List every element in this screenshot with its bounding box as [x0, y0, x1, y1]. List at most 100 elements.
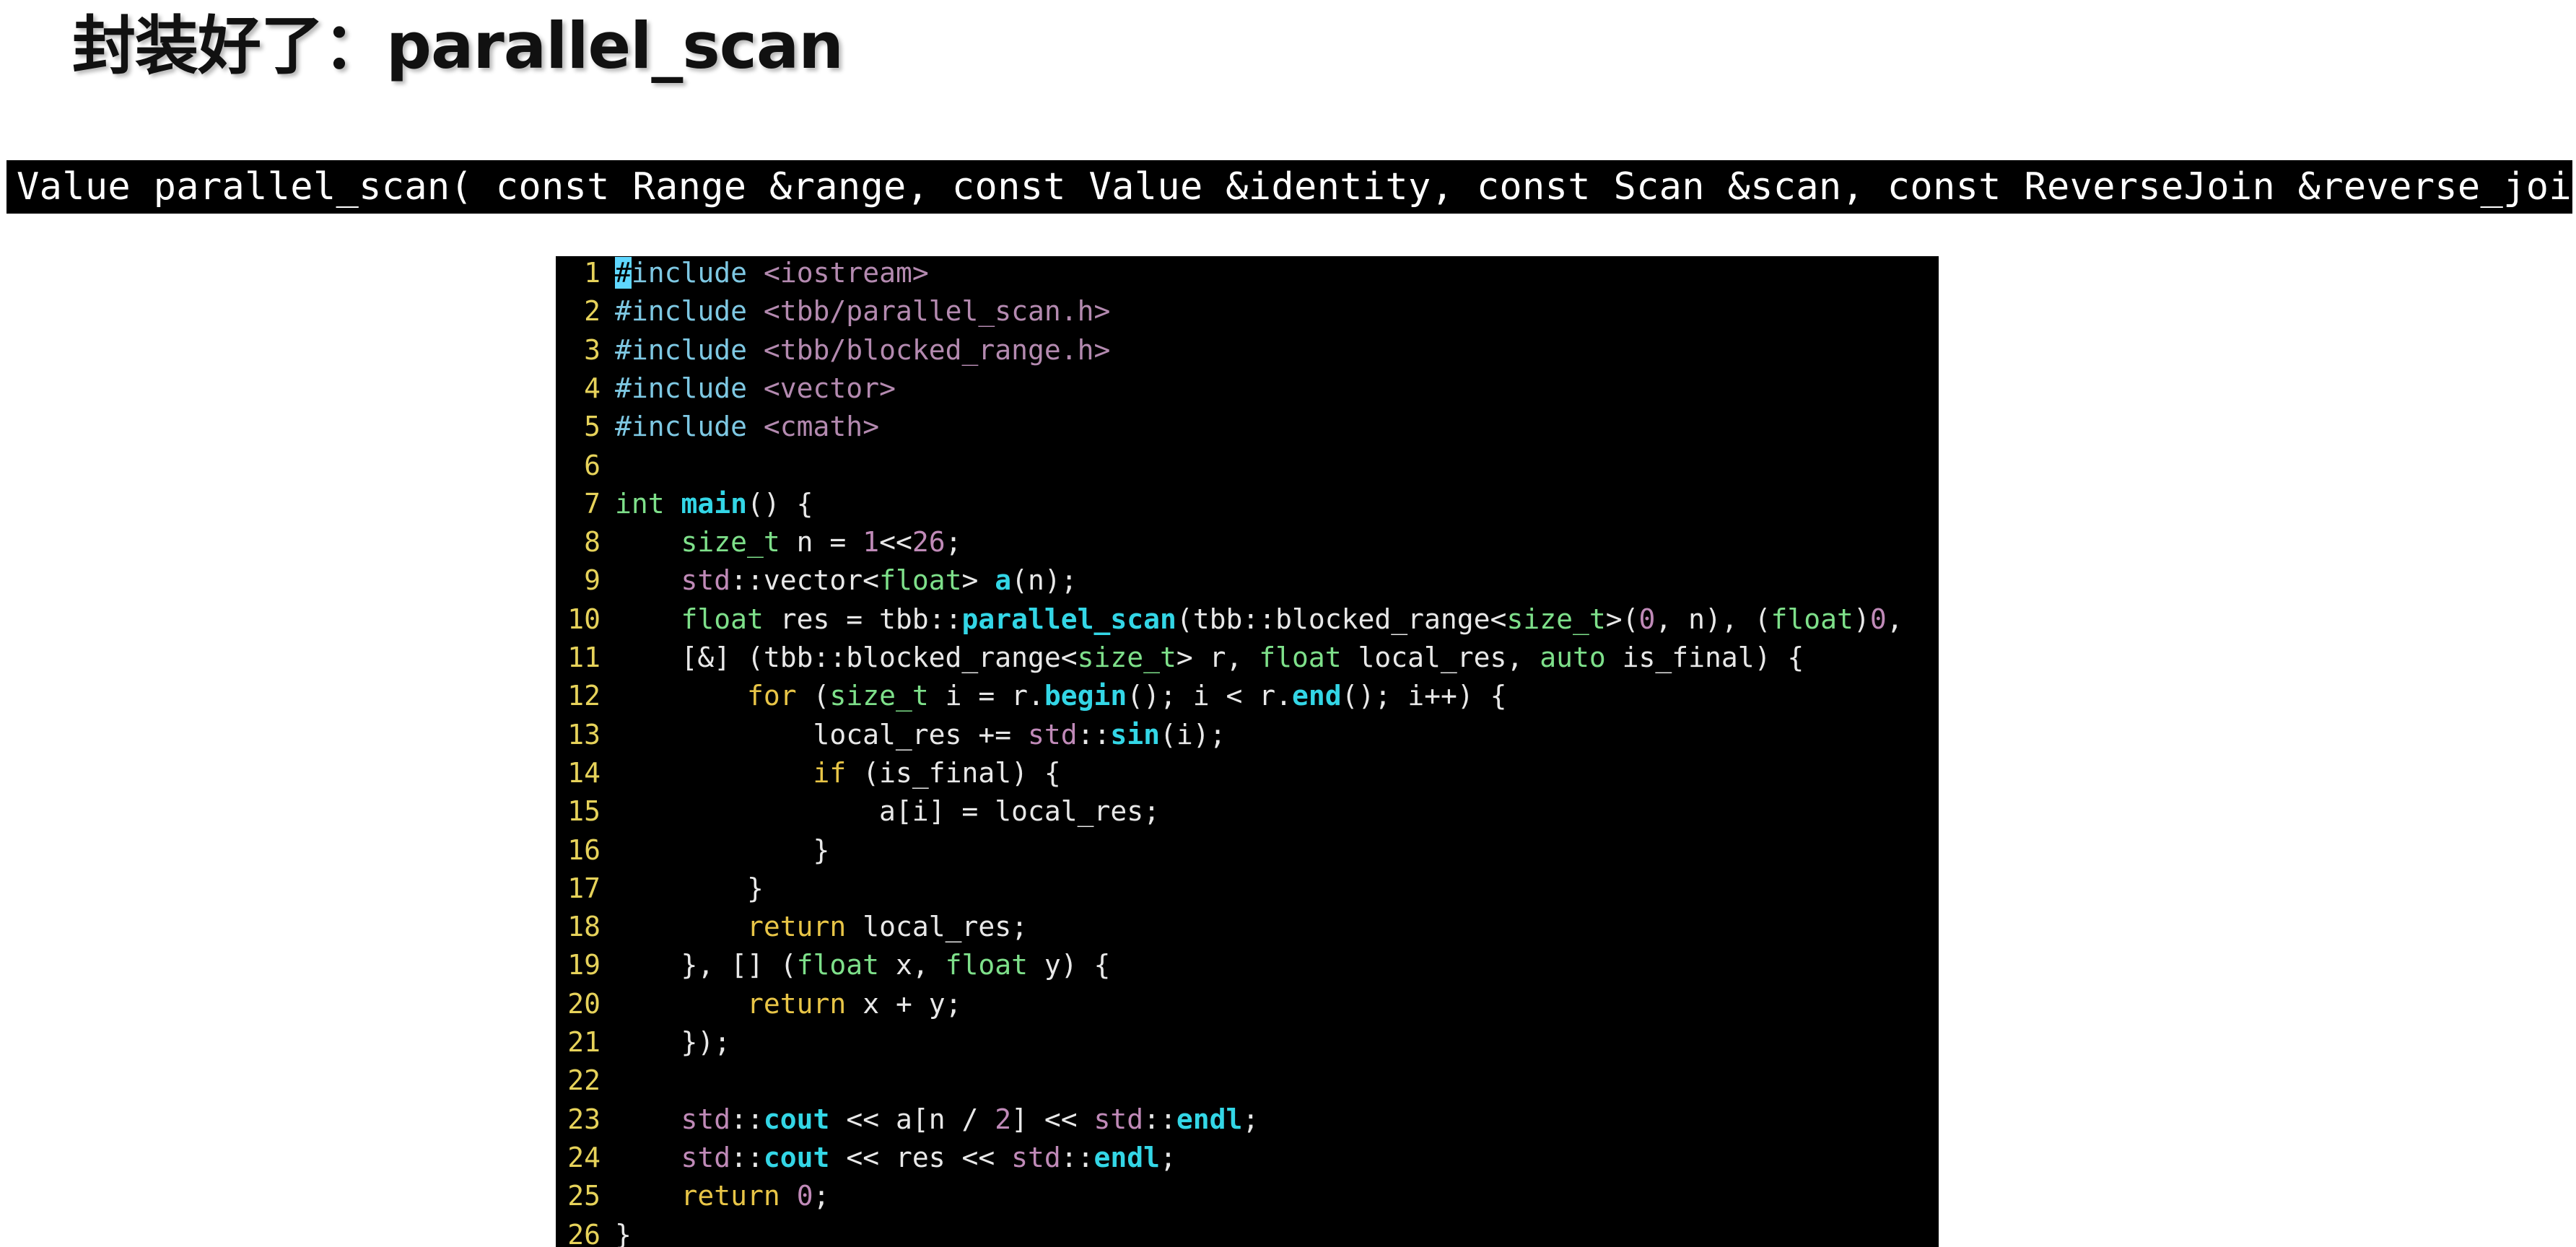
text-cursor: #: [615, 257, 632, 289]
code-token: >(: [1605, 603, 1639, 635]
code-token: n =: [780, 526, 863, 559]
code-token: ,: [1886, 603, 1903, 635]
line-number: 16: [567, 833, 601, 866]
code-token: ::: [1077, 718, 1111, 751]
line-number: 13: [567, 718, 601, 751]
code-token: #include: [615, 372, 748, 404]
code-token: size_t: [829, 680, 929, 712]
code-token: () {: [747, 487, 813, 520]
code-line: 15 a[i] = local_res;: [556, 792, 1939, 831]
code-token: }: [615, 872, 764, 904]
code-token: x,: [879, 949, 946, 981]
code-token: << a[n /: [829, 1103, 995, 1135]
code-token: a: [995, 564, 1012, 597]
code-text: [&] (tbb::blocked_range<size_t> r, float…: [615, 639, 1804, 677]
code-token: <iostream>: [763, 257, 929, 289]
line-number: 22: [567, 1064, 601, 1097]
code-token: for: [747, 680, 797, 712]
code-token: x + y;: [846, 987, 962, 1020]
line-number: 8: [584, 526, 601, 559]
code-text: return 0;: [615, 1177, 830, 1215]
code-token: <<: [879, 526, 912, 559]
code-token: std: [1093, 1103, 1144, 1135]
slide-title: 封装好了：parallel_scan: [72, 9, 844, 83]
code-token: ::: [1143, 1103, 1176, 1135]
code-token: ] <<: [1011, 1103, 1094, 1135]
code-token: float: [681, 603, 764, 635]
code-token: int: [615, 487, 665, 520]
code-line: 9 std::vector<float> a(n);: [556, 561, 1939, 600]
code-line: 6: [556, 447, 1939, 485]
code-token: return: [747, 987, 847, 1020]
code-token: float: [879, 564, 962, 597]
code-token: ): [1853, 603, 1870, 635]
code-line: 16 }: [556, 831, 1939, 870]
code-text: #include <tbb/blocked_range.h>: [615, 331, 1110, 369]
line-number: 26: [567, 1218, 601, 1247]
line-number: 23: [567, 1103, 601, 1135]
code-token: local_res,: [1341, 642, 1540, 673]
code-token: <cmath>: [763, 411, 880, 443]
code-text: if (is_final) {: [615, 754, 1061, 792]
code-line: 5 #include <cmath>: [556, 408, 1939, 446]
code-text: size_t n = 1<<26;: [615, 523, 962, 561]
code-token: size_t: [1077, 642, 1176, 673]
code-token: (n);: [1011, 564, 1078, 597]
code-line: 2 #include <tbb/parallel_scan.h>: [556, 292, 1939, 331]
code-token: endl: [1093, 1141, 1161, 1173]
code-text: return x + y;: [615, 985, 961, 1023]
code-editor[interactable]: 1 #include <iostream> 2 #include <tbb/paral…: [556, 256, 1939, 1247]
line-number: 19: [567, 949, 601, 981]
code-token: >: [961, 564, 995, 597]
code-token: float: [796, 949, 880, 981]
code-line: 10 float res = tbb::parallel_scan(tbb::b…: [556, 600, 1939, 639]
code-token: float: [945, 949, 1028, 981]
code-token: ::vector<: [730, 564, 880, 597]
code-line: 12 for (size_t i = r.begin(); i < r.end(…: [556, 677, 1939, 715]
code-token: parallel_scan: [961, 603, 1176, 635]
line-number: 3: [584, 333, 601, 366]
code-text: std::vector<float> a(n);: [615, 561, 1078, 600]
code-token: if: [813, 756, 847, 789]
code-token: <vector>: [763, 372, 896, 404]
code-line: 14 if (is_final) {: [556, 754, 1939, 792]
code-text: a[i] = local_res;: [615, 792, 1160, 831]
code-token: 0: [1869, 603, 1887, 635]
code-token: ;: [813, 1180, 830, 1212]
code-text: #include <vector>: [615, 369, 896, 408]
code-line: 20 return x + y;: [556, 985, 1939, 1023]
line-number: 25: [567, 1180, 601, 1212]
code-line: 1 #include <iostream>: [556, 256, 1939, 292]
line-number: 21: [567, 1026, 601, 1058]
code-line: 21 });: [556, 1023, 1939, 1062]
code-token: }: [615, 1218, 632, 1247]
code-text: std::cout << res << std::endl;: [615, 1139, 1176, 1177]
code-token: ::: [1060, 1141, 1094, 1173]
code-text: for (size_t i = r.begin(); i < r.end(); …: [615, 677, 1506, 715]
code-token: #include: [615, 333, 748, 366]
code-line: 4 #include <vector>: [556, 369, 1939, 408]
code-token: std: [1011, 1141, 1061, 1173]
code-token: > r,: [1176, 642, 1259, 673]
code-token: }: [615, 833, 830, 866]
code-token: endl: [1176, 1103, 1243, 1135]
code-line: 18 return local_res;: [556, 908, 1939, 946]
code-token: , n), (: [1655, 603, 1771, 635]
code-token: });: [615, 1026, 731, 1058]
code-token: local_res +=: [615, 718, 1028, 751]
code-token: 0: [1638, 603, 1656, 635]
code-token: cout: [763, 1141, 830, 1173]
code-token: ;: [945, 526, 962, 559]
code-token: <tbb/parallel_scan.h>: [763, 295, 1111, 328]
code-text: return local_res;: [615, 908, 1028, 946]
line-number: 17: [567, 872, 601, 904]
code-text: });: [615, 1023, 731, 1062]
